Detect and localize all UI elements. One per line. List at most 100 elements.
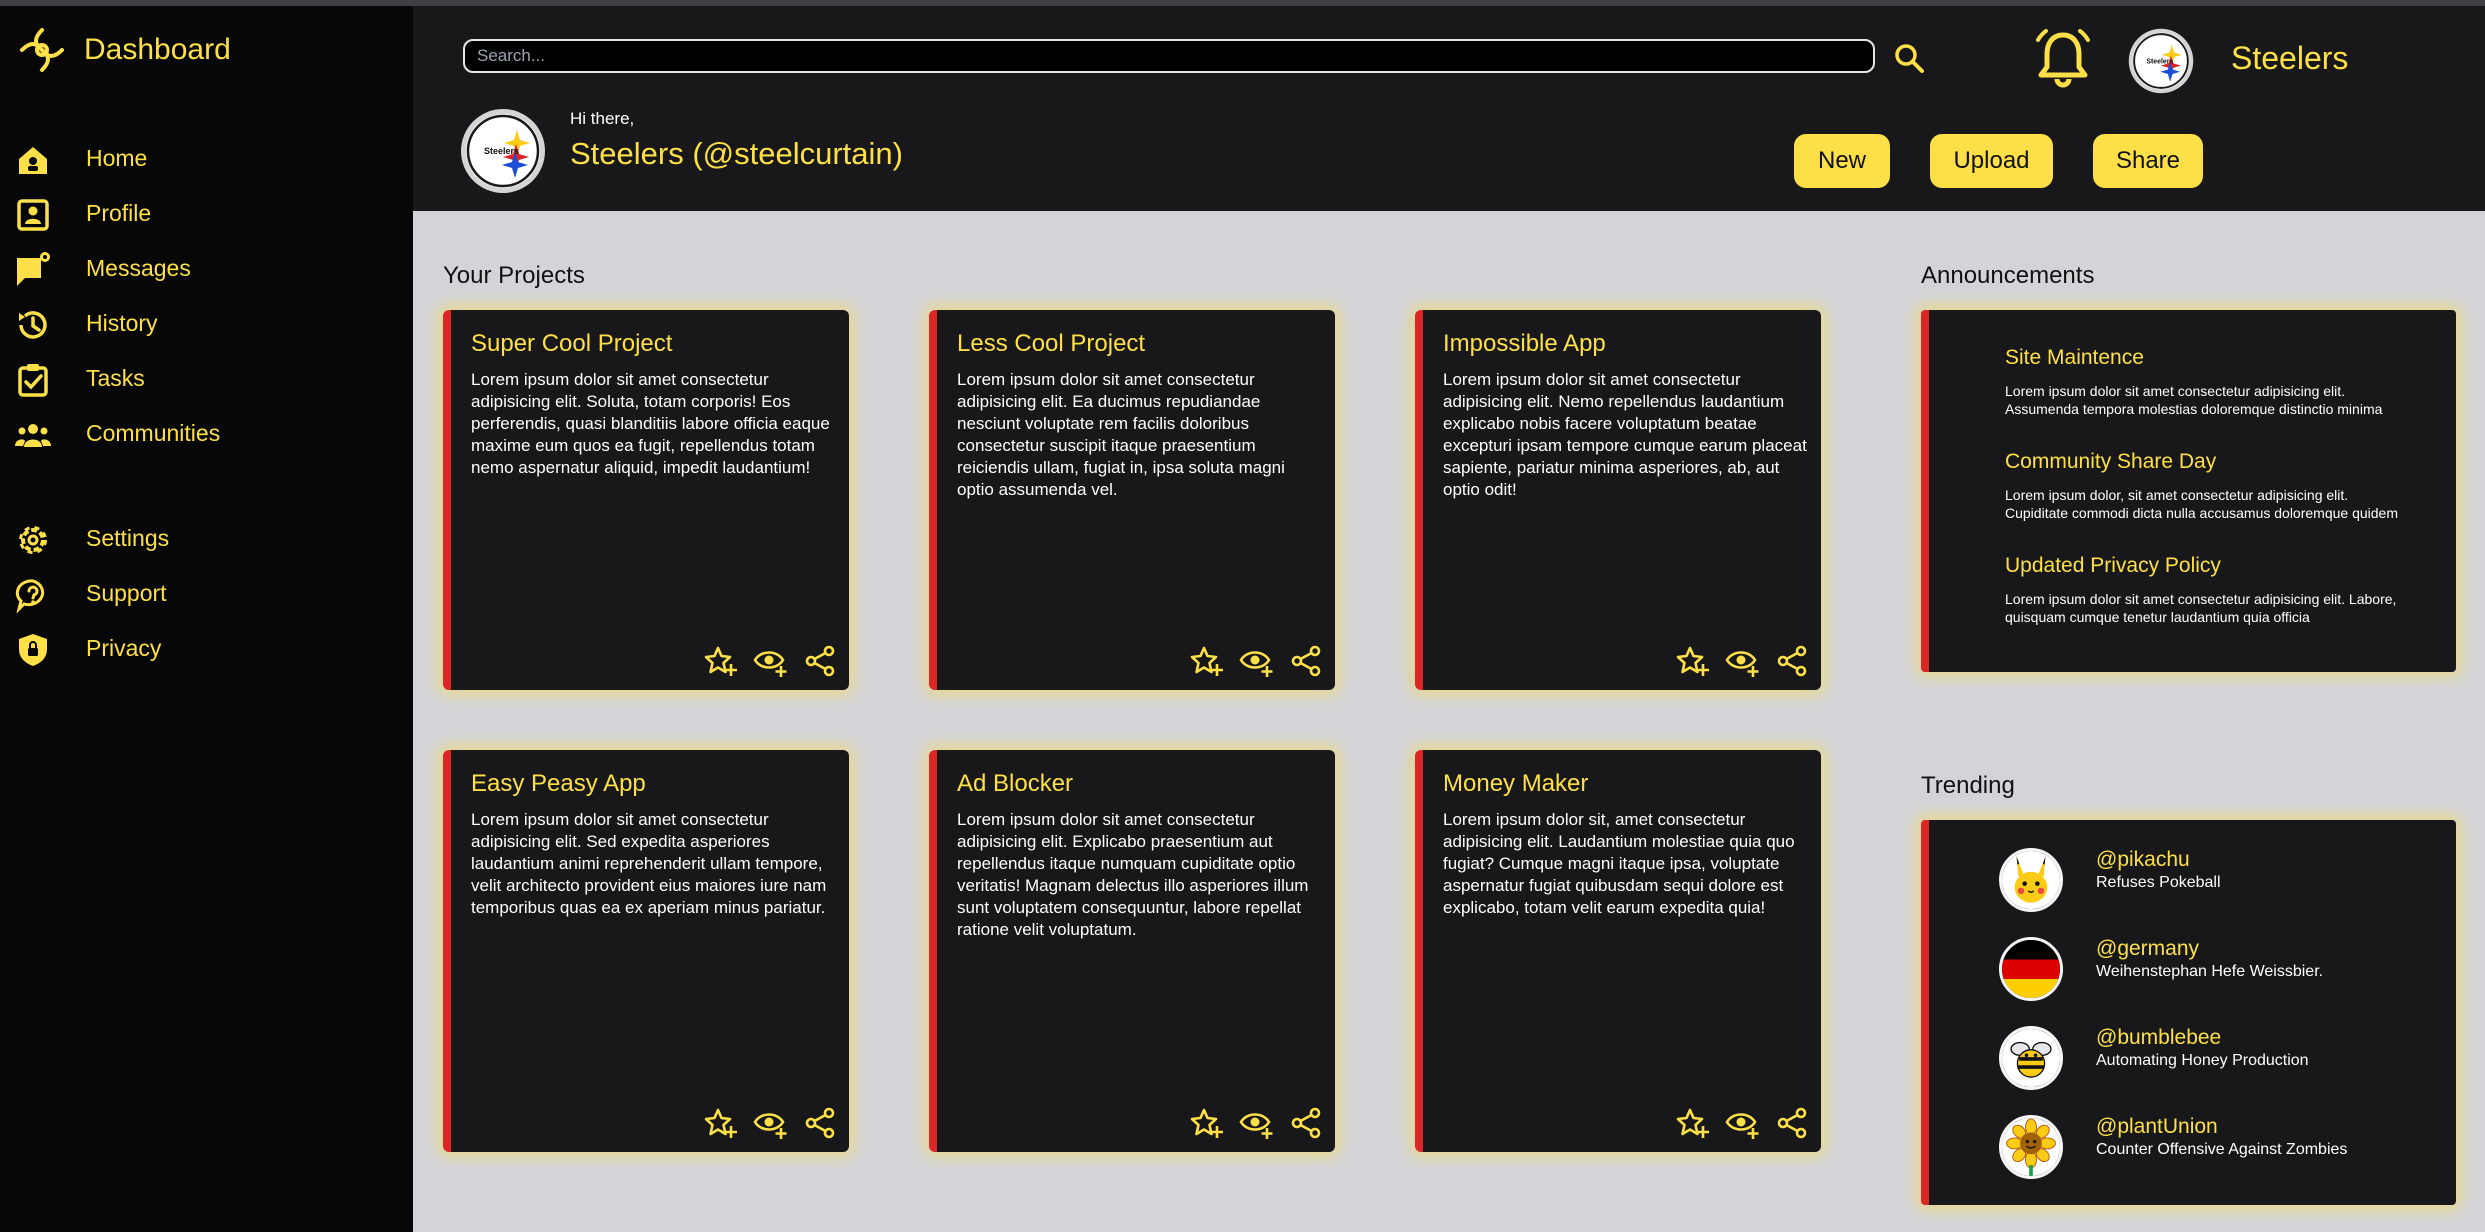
- announcement-title: Community Share Day: [2005, 450, 2217, 473]
- project-actions: [1673, 1104, 1811, 1142]
- project-description: Lorem ipsum dolor sit amet consectetur a…: [957, 810, 1309, 939]
- sidebar-item-settings[interactable]: Settings: [0, 514, 413, 564]
- announcement-line: quisquam cumque tenetur laudantium quia …: [2005, 609, 2310, 625]
- trending-desc: Weihenstephan Hefe Weissbier.: [2096, 963, 2324, 980]
- team-avatar[interactable]: Steelers: [2128, 28, 2194, 94]
- project-description: Lorem ipsum dolor sit amet consectetur a…: [1443, 370, 1807, 499]
- project-description: Lorem ipsum dolor sit amet consectetur a…: [957, 370, 1285, 499]
- bee-avatar: [1999, 1026, 2063, 1090]
- new-button[interactable]: New: [1794, 134, 1890, 188]
- project-actions: [1673, 642, 1811, 680]
- projects-title: Your Projects: [443, 262, 585, 289]
- project-card[interactable]: Money Maker Lorem ipsum dolor sit, amet c…: [1415, 750, 1821, 1152]
- announcement-line: Assumenda tempora molestias doloremque d…: [2005, 401, 2383, 417]
- sidebar-item-profile[interactable]: Profile: [0, 189, 413, 239]
- share-button[interactable]: Share: [2093, 134, 2203, 188]
- announcement-item[interactable]: Community Share Day Lorem ipsum dolor, s…: [2005, 450, 2455, 522]
- announcement-text: Lorem ipsum dolor sit amet consectetur a…: [2005, 382, 2455, 418]
- trending-desc: Automating Honey Production: [2096, 1052, 2309, 1069]
- share-icon[interactable]: [1287, 1104, 1325, 1142]
- project-card[interactable]: Impossible App Lorem ipsum dolor sit amet…: [1415, 310, 1821, 690]
- sidebar-item-label: Support: [86, 580, 167, 606]
- project-card[interactable]: Ad Blocker Lorem ipsum dolor sit amet con…: [929, 750, 1335, 1152]
- germany-flag-avatar: [1999, 937, 2063, 1001]
- project-title[interactable]: Easy Peasy App: [471, 770, 646, 798]
- trending-handle[interactable]: @pikachu: [2096, 848, 2190, 872]
- project-actions: [1187, 1104, 1325, 1142]
- shield-icon: [15, 632, 51, 668]
- announcement-title: Site Maintence: [2005, 346, 2144, 369]
- bell-icon[interactable]: [2030, 26, 2096, 92]
- watch-add-icon[interactable]: [751, 1104, 789, 1142]
- trending-handle[interactable]: @germany: [2096, 937, 2199, 961]
- trending-item[interactable]: @plantUnion Counter Offensive Against Zo…: [1929, 1115, 2456, 1183]
- user-avatar[interactable]: Steelers: [460, 108, 546, 194]
- trending-item[interactable]: @pikachu Refuses Pokeball: [1929, 848, 2456, 916]
- trending-handle[interactable]: @plantUnion: [2096, 1115, 2218, 1139]
- history-icon: [15, 307, 51, 343]
- sidebar-item-label: Tasks: [86, 365, 145, 391]
- browser-top-strip: [0, 0, 2485, 6]
- announcement-item[interactable]: Updated Privacy Policy Lorem ipsum dolor…: [2005, 554, 2455, 626]
- sidebar-item-label: Home: [86, 145, 148, 171]
- watch-add-icon[interactable]: [1237, 1104, 1275, 1142]
- sidebar-item-label: Profile: [86, 200, 152, 226]
- greeting: Hi there,: [570, 109, 635, 128]
- team-name[interactable]: Steelers: [2231, 40, 2348, 77]
- home-icon: [15, 142, 51, 178]
- sidebar-item-history[interactable]: History: [0, 299, 413, 349]
- project-title[interactable]: Super Cool Project: [471, 330, 672, 358]
- project-title[interactable]: Money Maker: [1443, 770, 1588, 798]
- project-card[interactable]: Easy Peasy App Lorem ipsum dolor sit amet…: [443, 750, 849, 1152]
- trending-panel: @pikachu Refuses Pokeball @germany Weihe…: [1921, 820, 2456, 1205]
- sidebar-item-tasks[interactable]: Tasks: [0, 354, 413, 404]
- project-title[interactable]: Impossible App: [1443, 330, 1606, 358]
- app-logo[interactable]: Dashboard: [16, 24, 231, 76]
- share-icon[interactable]: [1773, 642, 1811, 680]
- project-actions: [1187, 642, 1325, 680]
- search-icon[interactable]: [1891, 40, 1927, 76]
- share-icon[interactable]: [1773, 1104, 1811, 1142]
- trending-item[interactable]: @germany Weihenstephan Hefe Weissbier.: [1929, 937, 2456, 1005]
- favorite-add-icon[interactable]: [1673, 642, 1711, 680]
- tasks-icon: [15, 362, 51, 398]
- trending-item[interactable]: @bumblebee Automating Honey Production: [1929, 1026, 2456, 1094]
- sidebar-item-label: Settings: [86, 525, 170, 551]
- favorite-add-icon[interactable]: [701, 1104, 739, 1142]
- trending-handle[interactable]: @bumblebee: [2096, 1026, 2221, 1050]
- favorite-add-icon[interactable]: [701, 642, 739, 680]
- sunflower-avatar: [1999, 1115, 2063, 1179]
- search-input[interactable]: [463, 39, 1875, 73]
- sidebar-item-label: Communities: [86, 420, 221, 446]
- share-icon[interactable]: [801, 1104, 839, 1142]
- watch-add-icon[interactable]: [1723, 642, 1761, 680]
- sidebar-item-home[interactable]: Home: [0, 134, 413, 184]
- favorite-add-icon[interactable]: [1187, 1104, 1225, 1142]
- project-description: Lorem ipsum dolor sit amet consectetur a…: [471, 370, 830, 477]
- sidebar-item-privacy[interactable]: Privacy: [0, 624, 413, 674]
- project-title[interactable]: Less Cool Project: [957, 330, 1145, 358]
- favorite-add-icon[interactable]: [1673, 1104, 1711, 1142]
- announcement-text: Lorem ipsum dolor sit amet consectetur a…: [2005, 590, 2455, 626]
- watch-add-icon[interactable]: [751, 642, 789, 680]
- sidebar-item-messages[interactable]: Messages: [0, 244, 413, 294]
- project-title[interactable]: Ad Blocker: [957, 770, 1073, 798]
- sidebar-item-label: Messages: [86, 255, 191, 281]
- announcements-panel: Site Maintence Lorem ipsum dolor sit ame…: [1921, 310, 2456, 672]
- project-card[interactable]: Less Cool Project Lorem ipsum dolor sit a…: [929, 310, 1335, 690]
- watch-add-icon[interactable]: [1723, 1104, 1761, 1142]
- share-icon[interactable]: [801, 642, 839, 680]
- pikachu-avatar: [1999, 848, 2063, 912]
- sidebar-item-support[interactable]: Support: [0, 569, 413, 619]
- sidebar-item-communities[interactable]: Communities: [0, 409, 413, 459]
- watch-add-icon[interactable]: [1237, 642, 1275, 680]
- upload-button[interactable]: Upload: [1930, 134, 2053, 188]
- share-icon[interactable]: [1287, 642, 1325, 680]
- trending-desc: Counter Offensive Against Zombies: [2096, 1141, 2348, 1158]
- announcement-item[interactable]: Site Maintence Lorem ipsum dolor sit ame…: [2005, 346, 2455, 418]
- favorite-add-icon[interactable]: [1187, 642, 1225, 680]
- project-description: Lorem ipsum dolor sit amet consectetur a…: [471, 810, 827, 917]
- announcement-line: Lorem ipsum dolor, sit amet consectetur …: [2005, 487, 2349, 503]
- project-card[interactable]: Super Cool Project Lorem ipsum dolor sit …: [443, 310, 849, 690]
- announcement-line: Cupiditate commodi dicta nulla accusamus…: [2005, 505, 2398, 521]
